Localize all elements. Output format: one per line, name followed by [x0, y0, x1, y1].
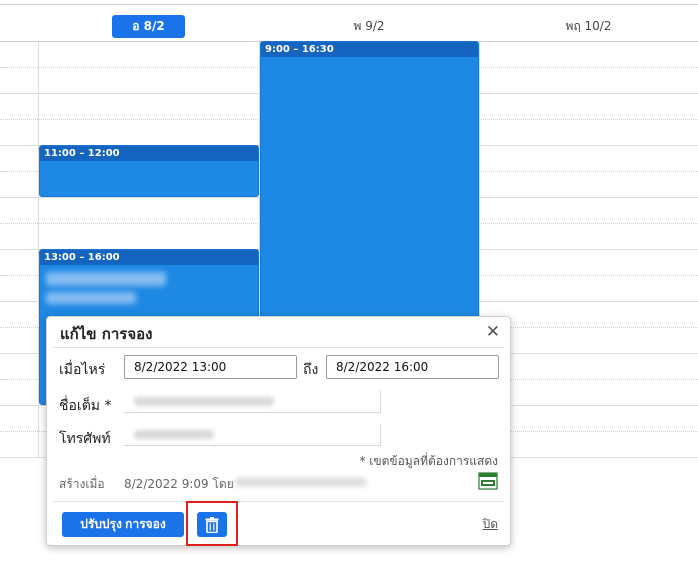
event-time: 9:00 – 16:30 — [261, 42, 478, 57]
ical-icon[interactable] — [478, 472, 498, 490]
fullname-label: ชื่อเต็ม * — [59, 398, 112, 414]
phone-input[interactable] — [124, 424, 381, 446]
day-header-thu[interactable]: พฤ 10/2 — [479, 10, 698, 42]
redacted-text — [46, 292, 136, 304]
edit-booking-dialog: แก้ไข การจอง ✕ เมื่อไหร่ 8/2/2022 13:00 … — [46, 316, 511, 546]
top-border — [0, 4, 698, 5]
event-time: 11:00 – 12:00 — [40, 146, 258, 161]
to-label: ถึง — [303, 362, 319, 378]
event-morning[interactable]: 11:00 – 12:00 — [39, 145, 259, 197]
end-datetime-input[interactable]: 8/2/2022 16:00 — [326, 355, 499, 379]
event-time: 13:00 – 16:00 — [40, 250, 258, 265]
created-label: สร้างเมื่อ — [59, 477, 105, 491]
fullname-input[interactable] — [124, 391, 381, 413]
created-value: 8/2/2022 9:09 โดย — [124, 477, 234, 491]
redacted-email — [235, 477, 367, 487]
required-note: * เขตข้อมูลที่ต้องการแสดง — [359, 454, 498, 468]
event-wed[interactable]: 9:00 – 16:30 — [260, 41, 479, 331]
day-header-wed[interactable]: พ 9/2 — [259, 10, 479, 42]
update-booking-button[interactable]: ปรับปรุง การจอง — [62, 512, 184, 537]
start-datetime-input[interactable]: 8/2/2022 13:00 — [124, 355, 297, 379]
close-icon[interactable]: ✕ — [486, 322, 500, 342]
when-label: เมื่อไหร่ — [59, 362, 106, 378]
close-link[interactable]: ปิด — [483, 515, 498, 534]
delete-highlight-box — [186, 501, 238, 546]
divider — [53, 347, 504, 348]
redacted-text — [46, 272, 166, 286]
dialog-title: แก้ไข การจอง — [60, 325, 153, 343]
phone-label: โทรศัพท์ — [59, 431, 111, 447]
divider — [53, 501, 504, 502]
day-header-today[interactable]: อ 8/2 — [38, 10, 259, 42]
